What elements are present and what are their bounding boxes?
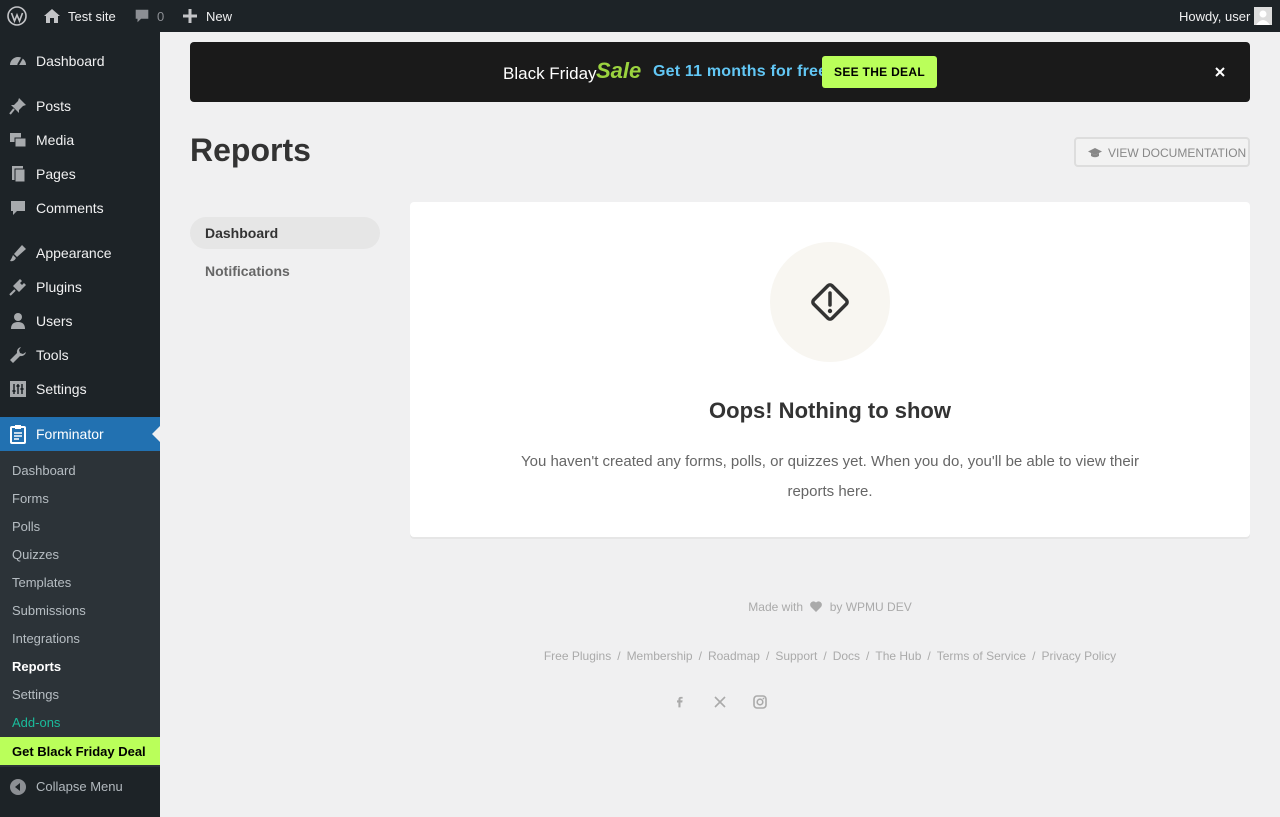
footer-link-the-hub[interactable]: The Hub (875, 649, 921, 663)
new-content-link[interactable]: New (206, 0, 232, 32)
submenu-polls[interactable]: Polls (12, 519, 40, 534)
tab-notifications[interactable]: Notifications (190, 255, 380, 287)
by-wpmu-dev-text: by WPMU DEV (829, 600, 912, 614)
footer-link-terms[interactable]: Terms of Service (937, 649, 1026, 663)
forminator-submenu: Dashboard Forms Polls Quizzes Templates … (0, 451, 160, 767)
footer-link-docs[interactable]: Docs (833, 649, 860, 663)
brush-icon (8, 243, 28, 263)
comment-count[interactable]: 0 (157, 0, 164, 32)
wrench-icon (8, 345, 28, 365)
comments-icon[interactable] (133, 0, 151, 32)
submenu-reports[interactable]: Reports (12, 659, 61, 674)
pages-icon (8, 164, 28, 184)
plugin-icon (8, 277, 28, 297)
empty-state-illustration (770, 242, 890, 362)
sidebar-item-users[interactable]: Users (0, 304, 160, 338)
x-icon[interactable] (710, 692, 730, 712)
footer-link-privacy[interactable]: Privacy Policy (1041, 649, 1116, 663)
sidebar-item-comments[interactable]: Comments (0, 191, 160, 225)
banner-sale-text: Sale (596, 58, 642, 83)
footer-made-with: Made with by WPMU DEV (410, 600, 1250, 615)
submenu-templates[interactable]: Templates (12, 575, 71, 590)
submenu-forms[interactable]: Forms (12, 491, 49, 506)
sidebar-item-settings[interactable]: Settings (0, 372, 160, 406)
see-the-deal-button[interactable]: SEE THE DEAL (822, 56, 937, 88)
close-icon[interactable] (1210, 62, 1230, 82)
empty-state-description: You haven't created any forms, polls, or… (520, 453, 1139, 500)
home-icon[interactable] (42, 0, 62, 32)
heart-icon (810, 601, 823, 615)
pin-icon (8, 96, 28, 116)
page-title: Reports (190, 132, 311, 168)
comment-icon (8, 198, 28, 218)
user-icon (8, 311, 28, 331)
media-icon (8, 130, 28, 150)
submenu-settings[interactable]: Settings (12, 687, 59, 702)
plus-icon[interactable] (182, 0, 198, 32)
facebook-icon[interactable] (670, 692, 690, 712)
footer-link-membership[interactable]: Membership (627, 649, 693, 663)
submenu-submissions[interactable]: Submissions (12, 603, 86, 618)
sidebar-item-posts[interactable]: Posts (0, 89, 160, 123)
sidebar-item-forminator[interactable]: Forminator (0, 417, 160, 451)
submenu-add-ons[interactable]: Add-ons (12, 715, 60, 730)
admin-sidebar: Dashboard Posts Media Pages Comments App… (0, 32, 160, 817)
sidebar-item-media[interactable]: Media (0, 123, 160, 157)
footer-link-roadmap[interactable]: Roadmap (708, 649, 760, 663)
sidebar-item-dashboard[interactable]: Dashboard (0, 44, 160, 78)
wordpress-logo-icon[interactable] (7, 0, 27, 32)
collapse-arrow-icon (9, 778, 27, 799)
collapse-menu-label: Collapse Menu (36, 779, 123, 794)
submenu-quizzes[interactable]: Quizzes (12, 547, 59, 562)
view-documentation-label: VIEW DOCUMENTATION (1108, 146, 1247, 160)
sidebar-item-tools[interactable]: Tools (0, 338, 160, 372)
footer-links: Free Plugins / Membership / Roadmap / Support /… (543, 649, 1117, 663)
tab-dashboard[interactable]: Dashboard (190, 217, 380, 249)
view-documentation-button[interactable]: VIEW DOCUMENTATION (1074, 137, 1250, 167)
banner-offer-text: Get 11 months for free (653, 63, 828, 80)
settings-icon (8, 379, 28, 399)
collapse-menu-button[interactable]: Collapse Menu (0, 773, 160, 801)
site-name-link[interactable]: Test site (68, 0, 116, 32)
submenu-dashboard[interactable]: Dashboard (12, 463, 76, 478)
sidebar-item-appearance[interactable]: Appearance (0, 236, 160, 270)
admin-bar: Test site 0 New Howdy, user (0, 0, 1280, 32)
made-with-text: Made with (748, 600, 803, 614)
empty-state-title: Oops! Nothing to show (709, 398, 951, 423)
graduation-cap-icon (1088, 146, 1102, 160)
sidebar-item-plugins[interactable]: Plugins (0, 270, 160, 304)
instagram-icon[interactable] (750, 692, 770, 712)
clipboard-icon (8, 424, 28, 444)
black-friday-deal-link[interactable]: Get Black Friday Deal (0, 737, 160, 765)
banner-text: Black Friday (503, 64, 597, 83)
empty-state-card: Oops! Nothing to show You haven't create… (410, 202, 1250, 537)
dashboard-icon (8, 51, 28, 71)
footer-link-support[interactable]: Support (775, 649, 817, 663)
social-links (670, 692, 770, 712)
sidebar-item-pages[interactable]: Pages (0, 157, 160, 191)
black-friday-banner: Black Friday Sale Get 11 months for free… (190, 42, 1250, 102)
footer-link-free-plugins[interactable]: Free Plugins (544, 649, 611, 663)
greeting-link[interactable]: Howdy, user (1179, 0, 1250, 32)
submenu-integrations[interactable]: Integrations (12, 631, 80, 646)
avatar[interactable] (1254, 0, 1272, 32)
